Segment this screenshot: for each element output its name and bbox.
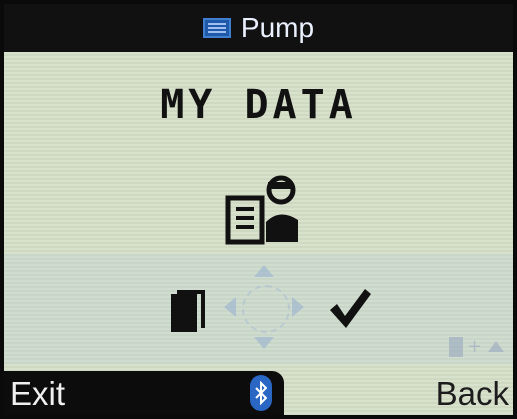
- dpad-up-icon[interactable]: [254, 265, 274, 277]
- hint-plus: +: [467, 336, 483, 357]
- up-arrow-icon: [488, 341, 505, 352]
- checkmark-icon[interactable]: [327, 286, 373, 330]
- dpad-icon[interactable]: [216, 259, 312, 355]
- dpad-center: [242, 285, 290, 333]
- hint-indicator: +: [449, 336, 505, 357]
- page-title: MY DATA: [160, 82, 357, 128]
- my-data-icon: [225, 175, 298, 245]
- header-bar: Pump: [4, 4, 513, 52]
- header-title: Pump: [240, 12, 315, 43]
- exit-softkey[interactable]: Exit: [4, 371, 284, 415]
- footer-bar: Exit Back: [4, 371, 513, 415]
- dpad-right-icon[interactable]: [292, 297, 304, 317]
- back-softkey[interactable]: Back: [436, 375, 509, 413]
- device-screen: Pump MY DATA + Exit Back: [4, 4, 513, 415]
- document-icon: [449, 336, 463, 357]
- dpad-down-icon[interactable]: [254, 337, 274, 349]
- pump-icon: [202, 18, 231, 38]
- dpad-left-icon[interactable]: [224, 297, 236, 317]
- bluetooth-icon: [250, 375, 272, 411]
- exit-label: Exit: [10, 375, 66, 412]
- bluetooth-glyph: [255, 381, 267, 405]
- document-icon: [171, 290, 205, 332]
